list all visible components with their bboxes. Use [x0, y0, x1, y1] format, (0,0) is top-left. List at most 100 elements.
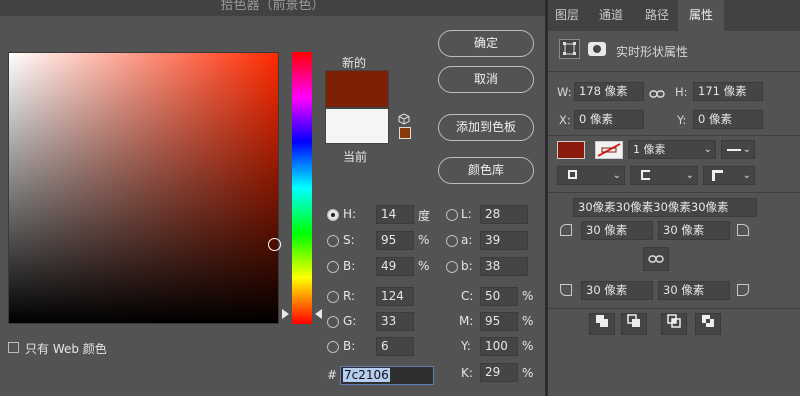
red-radio[interactable]: [327, 291, 339, 303]
b-label: B:: [343, 259, 356, 273]
solid-line-icon: [727, 149, 741, 151]
websafe-cube-icon[interactable]: [398, 110, 410, 125]
chevron-down-icon: ⌄: [742, 144, 751, 155]
corner-top-right-field[interactable]: 30 像素: [658, 221, 730, 240]
blue-radio[interactable]: [327, 341, 339, 353]
hue-radio[interactable]: [327, 209, 339, 221]
m-unit: %: [522, 314, 534, 328]
cyan-field[interactable]: 50: [480, 287, 518, 306]
link-corners-button[interactable]: [643, 247, 669, 271]
yellow-field[interactable]: 100: [480, 337, 518, 356]
h-unit: 度: [418, 209, 431, 223]
new-color-swatch: [325, 70, 389, 108]
saturation-field[interactable]: 95: [376, 231, 414, 250]
height-field[interactable]: 171 像素: [693, 82, 763, 101]
link-icon[interactable]: [649, 85, 665, 98]
chevron-down-icon: ⌄: [685, 170, 694, 181]
current-color-swatch[interactable]: [325, 108, 389, 144]
y-label: Y:: [461, 339, 471, 353]
lab-b-field[interactable]: 38: [480, 257, 528, 276]
stroke-cap-dropdown[interactable]: ⌄: [630, 166, 698, 185]
hex-label: #: [327, 368, 338, 382]
green-radio[interactable]: [327, 316, 339, 328]
tab-layers[interactable]: 图层: [548, 0, 586, 31]
corner-top-left-field[interactable]: 30 像素: [581, 221, 653, 240]
lab-a-field[interactable]: 39: [480, 231, 528, 250]
brightness-field[interactable]: 49: [376, 257, 414, 276]
r-label: R:: [343, 289, 356, 303]
color-cursor[interactable]: [268, 238, 281, 251]
stroke-align-dropdown[interactable]: ⌄: [557, 166, 625, 185]
l-label: L:: [461, 207, 472, 221]
properties-panel: 图层 通道 路径 属性 实时形状属性 W: 178 像素 H: 171 像素 X…: [548, 0, 800, 396]
h-label: H:: [343, 207, 357, 221]
panel-tabbar: 图层 通道 路径 属性: [548, 0, 800, 31]
corner-bottom-left-icon: [560, 284, 572, 296]
y-unit: %: [522, 339, 534, 353]
chevron-down-icon: ⌄: [703, 144, 712, 155]
a-label: a:: [461, 233, 473, 247]
y-field[interactable]: 0 像素: [693, 110, 763, 129]
lab-a-radio[interactable]: [446, 235, 458, 247]
stroke-type-dropdown[interactable]: ⌄: [721, 140, 755, 159]
hue-slider-right-arrow[interactable]: [315, 309, 322, 319]
add-to-swatches-button[interactable]: 添加到色板: [438, 114, 534, 141]
hex-value-selected: 7c2106: [343, 368, 390, 382]
saturation-radio[interactable]: [327, 235, 339, 247]
dialog-title: 拾色器（前景色）: [0, 0, 545, 16]
k-label: K:: [461, 366, 473, 380]
corner-top-right-icon: [737, 224, 749, 236]
corner-bottom-right-field[interactable]: 30 像素: [658, 281, 730, 300]
s-label: S:: [343, 233, 355, 247]
all-corners-field[interactable]: 30像素30像素30像素30像素: [573, 198, 757, 217]
stroke-join-dropdown[interactable]: ⌄: [703, 166, 755, 185]
cancel-button[interactable]: 取消: [438, 66, 534, 93]
hue-slider[interactable]: [292, 52, 312, 324]
s-unit: %: [418, 233, 430, 247]
corner-bottom-left-field[interactable]: 30 像素: [581, 281, 653, 300]
stroke-color-swatch[interactable]: [595, 141, 623, 159]
subtract-shapes-button[interactable]: [621, 313, 647, 335]
brightness-radio[interactable]: [327, 261, 339, 273]
color-libraries-button[interactable]: 颜色库: [438, 157, 534, 184]
websafe-color-swatch[interactable]: [399, 127, 411, 139]
lab-l-radio[interactable]: [446, 209, 458, 221]
new-color-label: 新的: [342, 56, 367, 70]
w-label: W:: [557, 85, 572, 99]
corner-top-left-icon: [560, 224, 572, 236]
hue-slider-left-arrow[interactable]: [282, 309, 289, 319]
web-colors-only-checkbox[interactable]: [8, 342, 19, 353]
x-label: X:: [559, 113, 571, 127]
stroke-width-dropdown[interactable]: 1 像素 ⌄: [628, 140, 716, 159]
green-field[interactable]: 33: [376, 312, 414, 331]
rgb-b-label: B:: [343, 339, 356, 353]
combine-shapes-button[interactable]: [589, 313, 615, 335]
ok-button[interactable]: 确定: [438, 30, 534, 57]
red-field[interactable]: 124: [376, 287, 414, 306]
h-size-label: H:: [675, 85, 688, 99]
m-label: M:: [459, 314, 474, 328]
tab-channels[interactable]: 通道: [593, 0, 629, 31]
chevron-down-icon: ⌄: [742, 170, 751, 181]
intersect-shapes-button[interactable]: [661, 313, 687, 335]
tab-paths[interactable]: 路径: [638, 0, 676, 31]
magenta-field[interactable]: 95: [480, 312, 518, 331]
shape-transform-icon[interactable]: [559, 39, 580, 59]
saturation-brightness-field[interactable]: [8, 52, 281, 324]
fill-color-swatch[interactable]: [557, 141, 585, 159]
g-label: G:: [343, 314, 357, 328]
lab-l-field[interactable]: 28: [480, 205, 528, 224]
width-field[interactable]: 178 像素: [574, 82, 644, 101]
hex-field[interactable]: 7c2106: [340, 366, 434, 385]
k-unit: %: [522, 366, 534, 380]
x-field[interactable]: 0 像素: [574, 110, 644, 129]
exclude-shapes-button[interactable]: [695, 313, 721, 335]
c-unit: %: [522, 289, 534, 303]
blue-field[interactable]: 6: [376, 337, 414, 356]
hue-field[interactable]: 14: [376, 205, 414, 224]
y-pos-label: Y:: [677, 113, 687, 127]
black-field[interactable]: 29: [480, 363, 518, 382]
tab-properties[interactable]: 属性: [678, 0, 724, 31]
lab-b-radio[interactable]: [446, 261, 458, 273]
mask-icon[interactable]: [588, 42, 606, 56]
